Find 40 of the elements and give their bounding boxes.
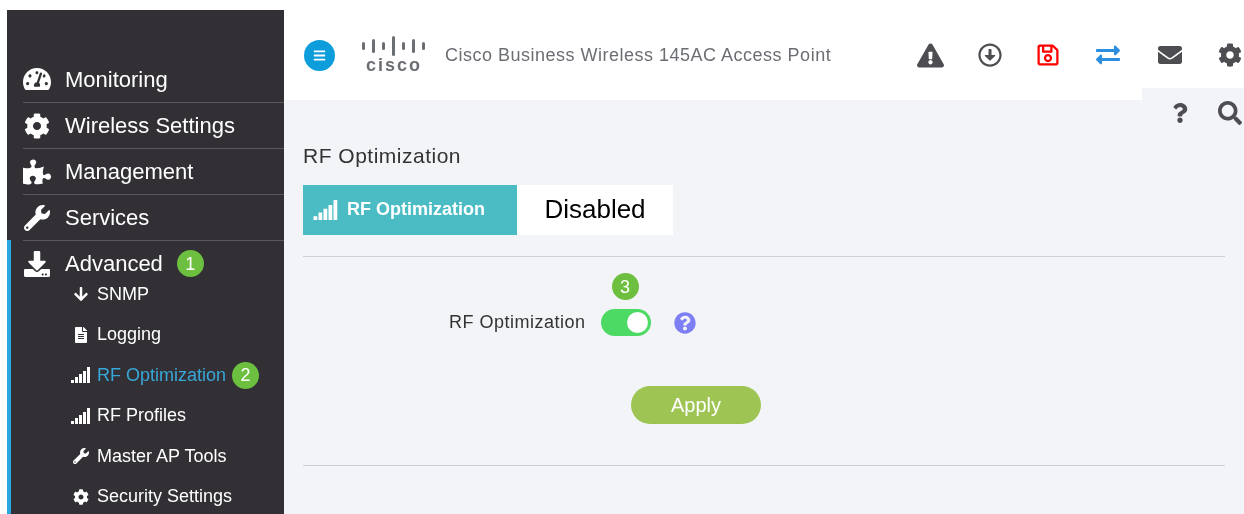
search-icon[interactable] [1218,101,1242,125]
toggle-switch[interactable] [600,309,651,336]
gauge-icon [23,66,51,92]
page-title: RF Optimization [303,143,463,169]
signal-icon [313,199,339,220]
product-title: Cisco Business Wireless 145AC Access Point [445,43,832,67]
help-icon[interactable] [1172,103,1188,123]
save-icon[interactable] [1036,43,1060,67]
wrench-icon [71,448,91,465]
menu-button[interactable] [304,39,335,71]
status-label-text: RF Optimization [347,198,485,221]
nav-item[interactable]: Wireless Settings [7,102,284,148]
logo-wordmark: cisco [366,56,422,74]
signal-icon [71,407,91,424]
status-value: Disabled [517,184,673,235]
submenu-item[interactable]: RF Optimization 2 [71,355,284,396]
step-badge: 1 [176,250,204,277]
setting-label: RF Optimization [449,311,586,334]
swap-icon[interactable] [1094,43,1122,67]
arrow-down-icon [71,286,91,303]
nav-item[interactable]: Monitoring [7,56,284,102]
submenu-item[interactable]: RF Profiles [71,395,284,436]
warning-icon[interactable] [917,42,944,68]
step-badge: 3 [611,273,639,300]
signal-icon [71,367,91,384]
puzzle-icon [23,158,51,185]
download-icon[interactable] [978,43,1002,67]
menu-icon [313,48,326,62]
nav-item[interactable]: Management [7,148,284,194]
gear-icon [23,112,51,139]
download-icon [23,250,51,277]
gear-icon [71,488,91,505]
wrench-icon [23,204,51,231]
mail-icon[interactable] [1156,43,1184,67]
submenu-item[interactable]: Security Settings [71,476,284,514]
nav-item[interactable]: Services [7,194,284,240]
settings-icon[interactable] [1218,43,1242,67]
step-badge: 2 [232,361,260,389]
submenu-item[interactable]: Master AP Tools [71,436,284,477]
submenu-item[interactable]: Logging [71,314,284,355]
